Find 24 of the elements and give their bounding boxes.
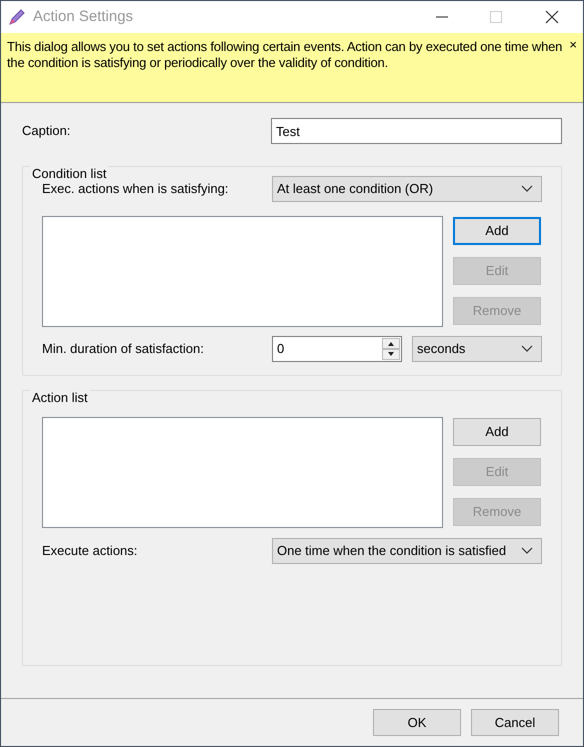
- button[interactable]: Add: [453, 418, 541, 446]
- button[interactable]: Add: [453, 217, 541, 245]
- dropdown[interactable]: One time when the condition is satisfied: [272, 538, 542, 564]
- chevron-down-icon: [521, 547, 533, 555]
- close-icon[interactable]: [545, 10, 559, 24]
- caption-field[interactable]: Test: [271, 118, 562, 144]
- button[interactable]: Cancel: [471, 709, 559, 736]
- window-title: Action Settings: [33, 6, 134, 27]
- dropdown[interactable]: At least one condition (OR): [272, 176, 542, 202]
- field-label: Exec. actions when is satisfying:: [42, 180, 230, 198]
- chevron-down-icon: [521, 185, 533, 193]
- spin-arrows-icon[interactable]: [382, 338, 400, 360]
- close-button[interactable]: ×: [569, 39, 577, 51]
- list-box[interactable]: [42, 216, 443, 327]
- pencil-icon: [7, 7, 27, 27]
- button[interactable]: OK: [373, 709, 461, 736]
- dropdown[interactable]: seconds: [412, 336, 542, 362]
- chevron-down-icon: [521, 345, 533, 353]
- caption-label: Caption:: [22, 122, 72, 140]
- spin-box[interactable]: 0: [272, 336, 402, 362]
- field-label: Execute actions:: [42, 542, 138, 560]
- list-box[interactable]: [42, 417, 443, 528]
- field-label: Min. duration of satisfaction:: [42, 340, 205, 358]
- info-text: This dialog allows you to set actions following certain events. Action can by executed one time when the condition is satisfying or periodically over the validity of condition.: [7, 39, 563, 71]
